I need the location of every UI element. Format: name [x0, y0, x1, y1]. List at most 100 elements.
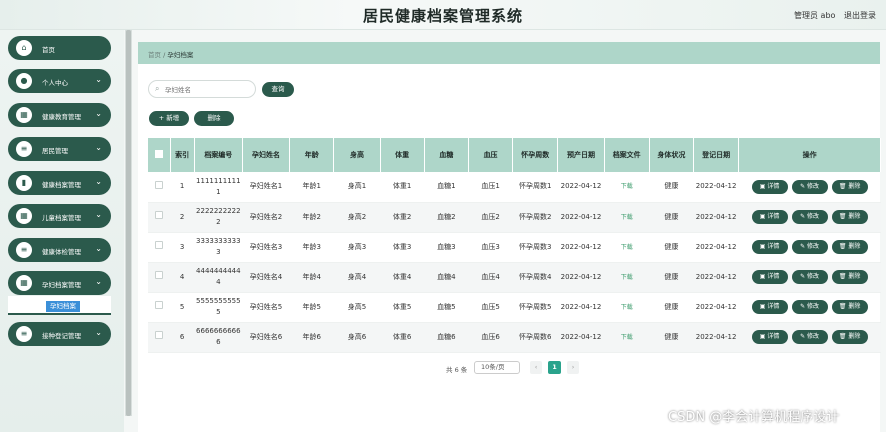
row-checkbox-cell[interactable] [148, 232, 171, 263]
cell-no-text: 11111111111 [196, 176, 241, 196]
row-checkbox[interactable] [155, 180, 164, 189]
row-checkbox[interactable] [155, 301, 164, 309]
cell-due-text: 2022-04-12 [560, 272, 602, 281]
sidebar-item-6[interactable]: ≡ 健康体检管理 ⌄ [8, 238, 111, 262]
sidebar-item-3[interactable]: ≡ 居民管理 ⌄ [8, 137, 111, 161]
search-button[interactable]: 查询 [262, 82, 294, 97]
cell-due: 2022-04-12 [557, 202, 605, 233]
chevron-down-icon: ⌄ [95, 109, 102, 118]
cell-file-text[interactable]: 下载 [621, 214, 633, 221]
row-checkbox[interactable] [155, 331, 164, 339]
cell-file[interactable]: 下载 [604, 262, 650, 293]
cell-file-text[interactable]: 下载 [621, 244, 633, 251]
edit-button[interactable]: ✎ 修改 [791, 210, 828, 224]
sidebar-item-2[interactable]: ▦ 健康教育管理 ⌄ [8, 103, 111, 127]
chevron-down-icon: ⌄ [95, 75, 102, 84]
cell-status-text: 健康 [664, 182, 679, 191]
table-header-row: 索引 档案编号 孕妇姓名 年龄 身高 体重 血糖 血压 怀孕周数 预产日期 档案文件 身体状况 登记日期… [148, 138, 881, 172]
detail-button[interactable]: ▣ 详情 [751, 210, 788, 224]
cell-file[interactable]: 下载 [604, 232, 650, 263]
cell-file-text[interactable]: 下载 [621, 183, 633, 190]
cell-file-text[interactable]: 下载 [621, 304, 633, 311]
cell-bp-text: 血压3 [481, 242, 500, 251]
cell-file[interactable]: 下载 [604, 172, 650, 203]
cell-bp-text: 血压1 [481, 182, 500, 191]
edit-button[interactable]: ✎ 修改 [791, 179, 828, 194]
next-page-button[interactable]: › [567, 361, 579, 374]
row-delete-button[interactable]: 🗑 删除 [831, 300, 868, 314]
sidebar-item-4[interactable]: ▮ 健康档案管理 ⌄ [8, 171, 111, 195]
logout-link[interactable]: 退出登录 [844, 10, 876, 21]
detail-button[interactable]: ▣ 详情 [751, 179, 788, 194]
cell-reg-text: 2022-04-12 [695, 302, 737, 311]
edit-button[interactable]: ✎ 修改 [791, 240, 828, 254]
delete-button[interactable]: 删除 [194, 111, 234, 126]
row-delete-button[interactable]: 🗑 删除 [831, 270, 868, 284]
cell-weight: 体重4 [380, 262, 425, 293]
row-checkbox-cell[interactable] [148, 172, 171, 203]
column-header: 索引 [170, 138, 195, 172]
edit-button[interactable]: ✎ 修改 [791, 270, 828, 284]
cell-file-text[interactable]: 下载 [621, 334, 633, 341]
row-checkbox-cell[interactable] [148, 322, 171, 353]
table-row: 2 22222222222 孕妇姓名2 年龄2 身高2 体重2 血糖2 血压2 怀孕周数2 202… [148, 202, 881, 233]
sidebar-scrollbar-thumb[interactable] [126, 30, 131, 416]
user-icon: ● [16, 73, 32, 89]
row-checkbox[interactable] [155, 271, 164, 279]
cell-weight-text: 体重4 [392, 272, 412, 281]
row-checkbox[interactable] [155, 211, 164, 219]
cell-idx-text: 1 [179, 182, 185, 191]
row-checkbox-cell[interactable] [148, 262, 171, 293]
page-size-select[interactable]: 10条/页 [474, 361, 520, 374]
cell-reg: 2022-04-12 [693, 322, 739, 353]
detail-button[interactable]: ▣ 详情 [751, 270, 788, 284]
cell-due: 2022-04-12 [557, 322, 605, 353]
detail-button[interactable]: ▣ 详情 [751, 240, 788, 254]
sidebar-item-1[interactable]: ● 个人中心 ⌄ [8, 69, 111, 93]
sidebar-item-0[interactable]: ⌂ 首页 [8, 36, 111, 60]
detail-button[interactable]: ▣ 详情 [751, 330, 788, 344]
cell-name: 孕妇姓名3 [242, 232, 290, 263]
cell-idx-text: 4 [179, 272, 185, 281]
cell-file[interactable]: 下载 [604, 292, 650, 323]
cell-idx: 4 [170, 262, 195, 293]
breadcrumb-home[interactable]: 首页 [148, 51, 161, 59]
cell-status: 健康 [649, 292, 694, 323]
cell-no-text: 66666666666 [196, 327, 241, 346]
row-checkbox[interactable] [155, 241, 164, 249]
search-input[interactable] [165, 83, 251, 96]
edit-button[interactable]: ✎ 修改 [791, 330, 828, 344]
cell-status: 健康 [649, 172, 694, 203]
sidebar-item-5[interactable]: ▦ 儿童档案管理 ⌄ [8, 204, 111, 228]
row-delete-button[interactable]: 🗑 删除 [831, 330, 868, 344]
select-all-checkbox[interactable] [148, 138, 171, 172]
column-header: 血压 [468, 138, 514, 172]
row-checkbox-cell[interactable] [148, 292, 171, 323]
cell-height-text: 身高4 [347, 272, 367, 281]
row-delete-button[interactable]: 🗑 删除 [831, 240, 868, 254]
cell-file-text[interactable]: 下载 [621, 274, 633, 281]
sidebar-item-8[interactable]: ≡ 接种登记管理 ⌄ [8, 322, 111, 346]
page-button-current[interactable]: 1 [548, 361, 561, 374]
add-button[interactable]: + 新增 [149, 111, 189, 126]
edit-label: 修改 [807, 182, 820, 190]
sidebar-item-label: 接种登记管理 [42, 332, 81, 340]
submenu-item-pregnant-records[interactable]: 孕妇档案 [8, 296, 111, 315]
checkbox[interactable] [154, 149, 163, 158]
chevron-down-icon: ⌄ [95, 244, 102, 253]
edit-button[interactable]: ✎ 修改 [791, 300, 828, 314]
search-field[interactable]: ⌕ [148, 80, 256, 98]
cell-height: 身高4 [333, 262, 381, 293]
prev-page-button[interactable]: ‹ [530, 361, 542, 374]
row-delete-button[interactable]: 🗑 删除 [831, 210, 868, 224]
sidebar-item-7[interactable]: ▦ 孕妇档案管理 ⌄ [8, 271, 111, 295]
row-checkbox-cell[interactable] [148, 202, 171, 233]
cell-weeks: 怀孕周数5 [512, 292, 558, 323]
cell-file[interactable]: 下载 [604, 202, 650, 233]
row-delete-button[interactable]: 🗑 删除 [831, 179, 868, 194]
detail-button[interactable]: ▣ 详情 [751, 300, 788, 314]
cell-file[interactable]: 下载 [604, 322, 650, 353]
records-table: 索引 档案编号 孕妇姓名 年龄 身高 体重 血糖 血压 怀孕周数 预产日期 档案文件 身体状况 登记日期… [148, 138, 881, 353]
cell-no-text: 33333333333 [196, 237, 241, 256]
cell-idx: 2 [170, 202, 195, 233]
